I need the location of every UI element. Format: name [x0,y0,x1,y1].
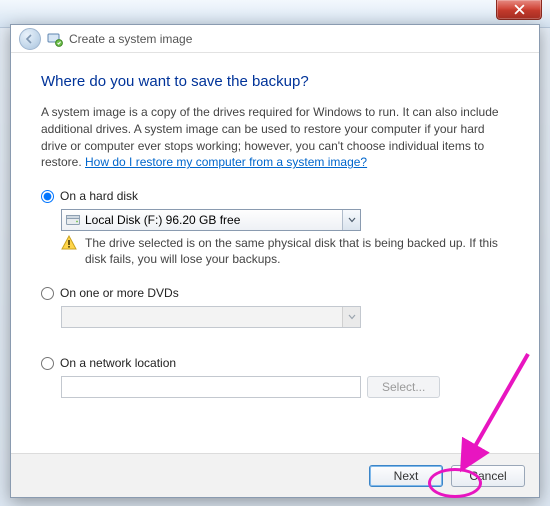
next-button[interactable]: Next [369,465,443,487]
dialog-footer: Next Cancel [11,453,539,497]
hard-disk-selected: Local Disk (F:) 96.20 GB free [85,213,240,227]
radio-network[interactable] [41,357,54,370]
page-heading: Where do you want to save the backup? [41,73,509,90]
option-network[interactable]: On a network location [41,356,509,370]
back-arrow-icon [24,33,36,45]
hard-disk-dropdown[interactable]: Local Disk (F:) 96.20 GB free [61,209,361,231]
back-button[interactable] [19,28,41,50]
option-dvd[interactable]: On one or more DVDs [41,286,509,300]
option-dvd-label: On one or more DVDs [60,286,179,300]
window-close-button[interactable] [496,0,542,20]
network-select-button: Select... [367,376,440,398]
help-link[interactable]: How do I restore my computer from a syst… [85,155,367,169]
hard-disk-warning: The drive selected is on the same physic… [61,235,511,267]
radio-hard-disk[interactable] [41,190,54,203]
dropdown-arrow[interactable] [342,210,360,230]
chevron-down-icon [348,217,356,223]
dvd-dropdown [61,306,361,328]
network-path-input [61,376,361,398]
option-hard-disk[interactable]: On a hard disk [41,189,509,203]
dialog-header: Create a system image [11,25,539,53]
close-icon [514,4,525,15]
chevron-down-icon [348,314,356,320]
radio-dvd[interactable] [41,287,54,300]
option-network-label: On a network location [60,356,176,370]
dropdown-arrow-disabled [342,307,360,327]
drive-icon [66,215,80,226]
description-text: A system image is a copy of the drives r… [41,104,509,171]
create-system-image-dialog: Create a system image Where do you want … [10,24,540,498]
warning-text: The drive selected is on the same physic… [85,235,511,267]
system-image-icon [47,31,63,47]
cancel-button[interactable]: Cancel [451,465,525,487]
dialog-title: Create a system image [69,32,192,46]
warning-icon [61,235,77,251]
option-hard-disk-label: On a hard disk [60,189,138,203]
